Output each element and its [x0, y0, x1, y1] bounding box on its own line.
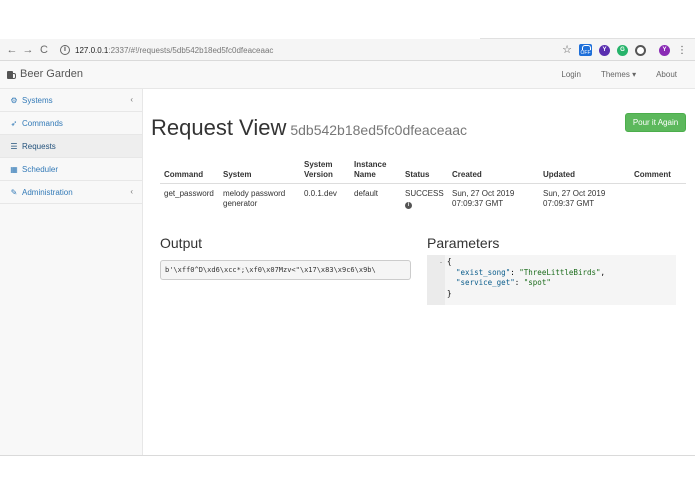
navbar-links: Login Themes ▾ About — [561, 70, 677, 79]
cogs-icon: ⚙ — [10, 95, 18, 105]
cell-created: Sun, 27 Oct 2019 07:09:37 GMT — [452, 188, 515, 208]
editor-gutter: - — [427, 255, 445, 305]
list-icon: ☰ — [10, 141, 18, 151]
table-row: get_password melody password generator 0… — [160, 183, 686, 209]
cell-system: melody password generator — [223, 188, 286, 208]
fold-toggle-icon[interactable]: - — [440, 260, 442, 266]
wrench-icon: ✎ — [10, 187, 18, 197]
param-value: "spot" — [523, 278, 551, 287]
yahoo-extension-icon[interactable]: Y — [599, 44, 610, 56]
page-title-text: Request View — [151, 115, 287, 140]
parameters-title: Parameters — [427, 235, 500, 251]
app-navbar: Beer Garden Login Themes ▾ About — [0, 61, 695, 89]
close-brace: } — [447, 288, 452, 298]
extensions-area: ☆ OFF Y G Y ⋮ — [562, 42, 687, 58]
info-circle-icon[interactable]: i — [405, 201, 412, 209]
grammarly-extension-icon[interactable]: G — [617, 44, 628, 56]
pour-it-again-button[interactable]: Pour it Again — [625, 113, 686, 132]
about-link[interactable]: About — [656, 70, 677, 79]
themes-dropdown[interactable]: Themes ▾ — [601, 70, 636, 79]
header-updated: Updated — [539, 155, 630, 184]
parameters-code: { "exist_song": "ThreeLittleBirds", "ser… — [447, 257, 606, 298]
open-brace: { — [447, 257, 452, 266]
header-system: System — [219, 155, 300, 184]
sidebar-item-label: Systems — [22, 95, 53, 105]
parameters-editor[interactable]: - { "exist_song": "ThreeLittleBirds", "s… — [427, 255, 676, 305]
cell-status: SUCCESS i — [401, 183, 448, 209]
chevron-left-icon: ‹ — [130, 187, 133, 196]
forward-arrow-icon[interactable]: → — [20, 39, 36, 61]
main-content: Request View 5db542b18ed5fc0dfeaceaac Pou… — [143, 89, 695, 455]
chevron-left-icon: ‹ — [130, 95, 133, 104]
sidebar-item-commands[interactable]: ➶ Commands — [0, 112, 142, 135]
ext-g-initial: G — [620, 46, 625, 53]
request-id: 5db542b18ed5fc0dfeaceaac — [290, 122, 468, 138]
brand[interactable]: Beer Garden — [7, 68, 83, 80]
browser-tabstrip-area — [0, 0, 695, 39]
sidebar-item-systems[interactable]: ⚙ Systems ‹ — [0, 89, 142, 112]
calendar-icon: ▦ — [10, 164, 18, 174]
sidebar-item-label: Scheduler — [22, 164, 59, 174]
ext-off-label: OFF — [580, 50, 591, 56]
url-path: :2337/#!/requests/5db542b18ed5fc0dfeacea… — [108, 45, 274, 55]
header-status: Status — [401, 155, 448, 184]
reload-icon[interactable]: C — [36, 39, 52, 61]
header-comment: Comment — [630, 155, 686, 184]
profile-avatar-icon[interactable]: Y — [659, 44, 670, 56]
cell-system-version: 0.0.1.dev — [304, 188, 337, 198]
rocket-icon: ➶ — [10, 118, 18, 128]
page-title: Request View 5db542b18ed5fc0dfeaceaac — [151, 115, 467, 141]
table-header-row: Command System System Version Instance N… — [160, 155, 686, 184]
cell-command: get_password — [164, 188, 214, 198]
bookmark-star-icon[interactable]: ☆ — [562, 42, 572, 58]
circle-extension-icon[interactable] — [635, 44, 646, 56]
sidebar-item-label: Commands — [22, 118, 63, 128]
sidebar-item-label: Requests — [22, 141, 56, 151]
header-instance-name: Instance Name — [350, 155, 401, 184]
brand-name: Beer Garden — [20, 68, 83, 80]
login-link[interactable]: Login — [561, 70, 581, 79]
info-icon[interactable]: i — [60, 45, 70, 55]
sidebar: ⚙ Systems ‹ ➶ Commands ☰ Requests ▦ Sche… — [0, 89, 143, 455]
ext-y-initial: Y — [602, 46, 607, 53]
lock-off-extension-icon[interactable]: OFF — [579, 44, 592, 56]
back-arrow-icon[interactable]: ← — [4, 39, 20, 61]
menu-kebab-icon[interactable]: ⋮ — [677, 45, 687, 56]
bottom-divider — [0, 455, 695, 456]
cell-updated: Sun, 27 Oct 2019 07:09:37 GMT — [543, 188, 606, 208]
beer-mug-icon — [7, 70, 16, 79]
output-value-box[interactable]: b'\xff0^D\xd6\xcc*;\xf0\x07Mzv<"\x17\x83… — [160, 260, 411, 280]
header-created: Created — [448, 155, 539, 184]
sidebar-item-scheduler[interactable]: ▦ Scheduler — [0, 158, 142, 181]
browser-toolbar: ← → C i 127.0.0.1:2337/#!/requests/5db54… — [0, 39, 695, 61]
cell-comment — [630, 183, 686, 209]
url-host: 127.0.0.1 — [75, 45, 109, 55]
header-command: Command — [160, 155, 219, 184]
profile-initial: Y — [662, 46, 667, 53]
param-key: "service_get" — [456, 278, 515, 287]
header-system-version: System Version — [300, 155, 350, 184]
sidebar-item-requests[interactable]: ☰ Requests — [0, 135, 142, 158]
status-text: SUCCESS — [405, 188, 444, 198]
sidebar-item-label: Administration — [22, 187, 73, 197]
output-title: Output — [160, 235, 203, 251]
cell-instance-name: default — [354, 188, 379, 198]
address-bar[interactable]: i 127.0.0.1:2337/#!/requests/5db542b18ed… — [60, 42, 570, 58]
param-value: "ThreeLittleBirds" — [519, 267, 601, 277]
param-key: "exist_song" — [456, 267, 511, 277]
sidebar-item-administration[interactable]: ✎ Administration ‹ — [0, 181, 142, 204]
request-table: Command System System Version Instance N… — [160, 155, 686, 209]
